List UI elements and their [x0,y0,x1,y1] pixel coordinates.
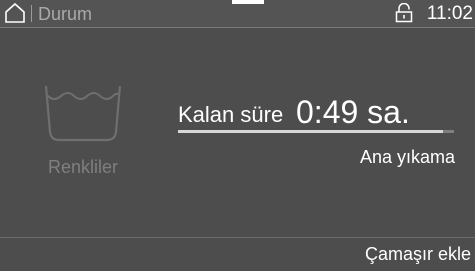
program-phase: Ana yıkama [359,147,455,167]
home-icon[interactable] [4,2,26,24]
progress-bar [178,130,454,133]
progress-bar-fill [178,130,443,133]
wash-tub-icon [40,82,126,144]
page-indicator [232,0,264,4]
status-bar: Durum 11:02 [0,0,475,27]
clock: 11:02 [426,3,473,24]
remaining-time-label: Kalan süre [178,102,284,127]
breadcrumb-separator [31,5,32,22]
unlocked-padlock-icon[interactable] [395,3,413,23]
add-laundry-button[interactable]: Çamaşır ekle [353,237,475,271]
washing-machine-status-screen: Durum 11:02 Renkliler Kalan süre 0:49 sa… [0,0,475,271]
status-bar-divider [0,27,475,28]
remaining-time-value: 0:49 sa. [296,94,410,130]
program-name: Renkliler [47,157,119,177]
page-title: Durum [38,4,93,24]
